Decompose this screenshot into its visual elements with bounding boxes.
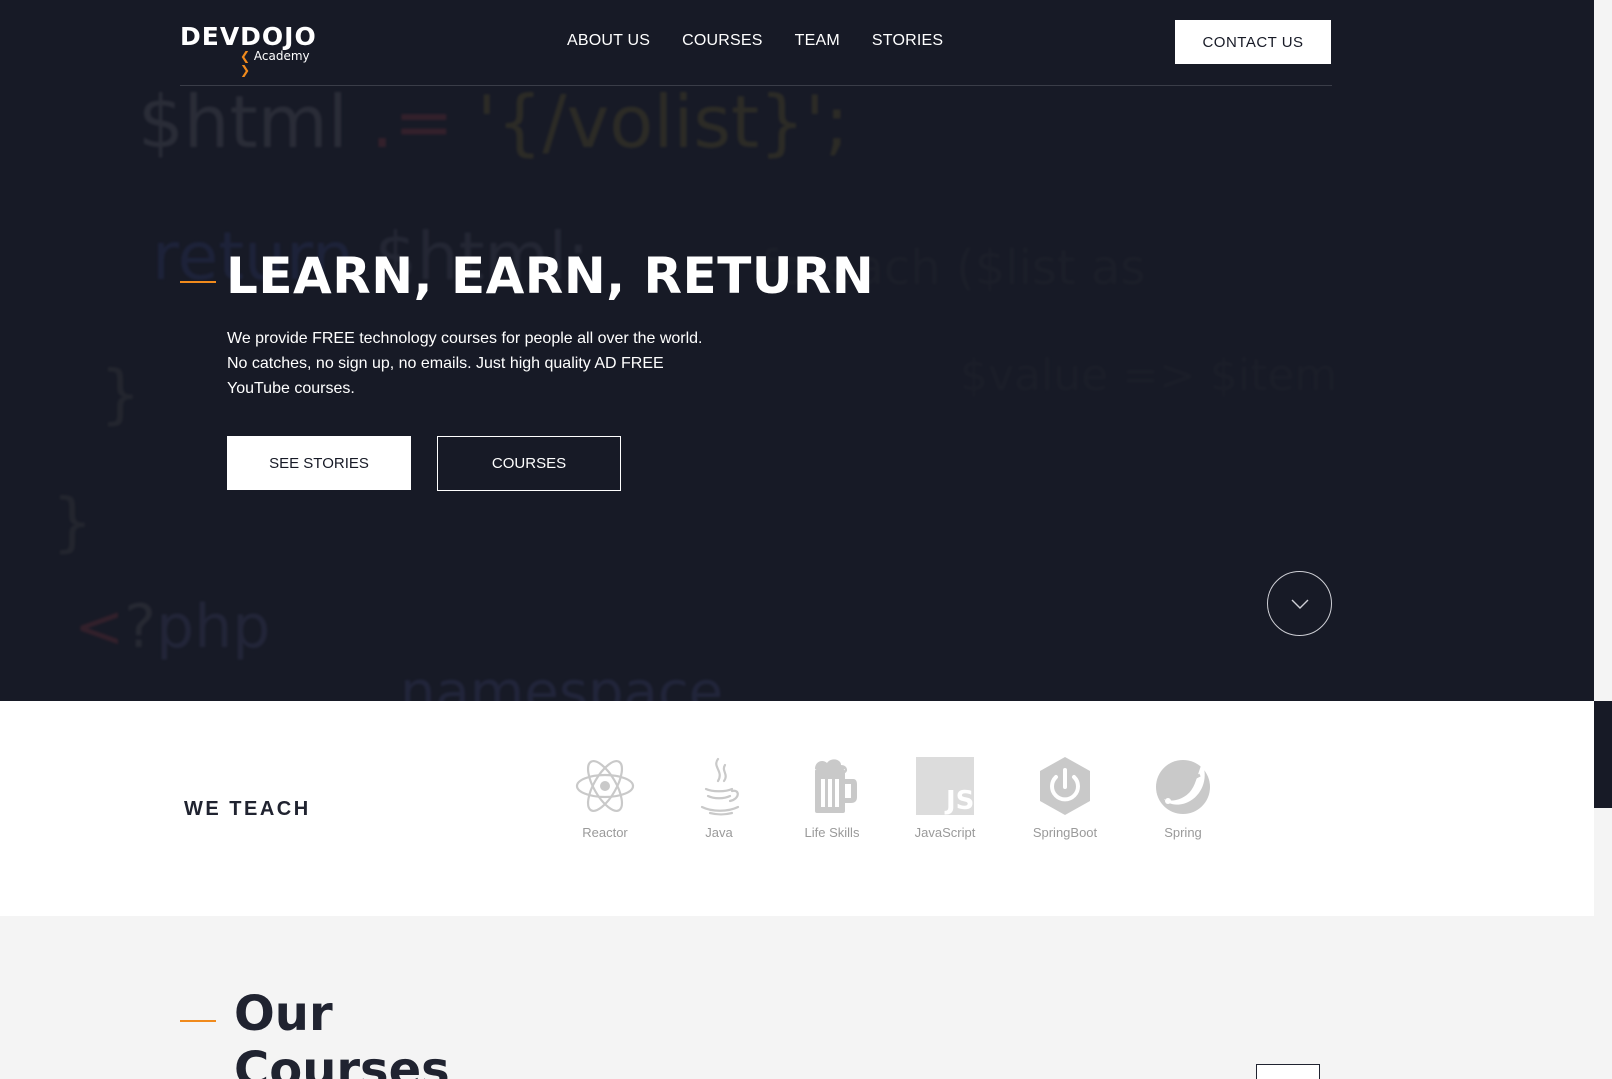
nav-menu: ABOUT US COURSES TEAM STORIES [567,30,943,52]
top-navbar: DEVDOJO ❮ Academy ❯ ABOUT US COURSES TEA… [180,0,1332,86]
beer-mug-icon [801,755,863,817]
background-code-line: $html .= '{/volist}'; [138,80,849,164]
nav-link-stories[interactable]: STORIES [872,30,943,52]
title-accent-line [180,281,216,283]
tech-item-java[interactable]: Java [664,755,774,841]
tech-item-springboot[interactable]: SpringBoot [1010,755,1120,841]
reactor-atom-icon [574,755,636,817]
tech-item-reactor[interactable]: Reactor [550,755,660,841]
java-cup-icon [688,755,750,817]
background-code-line: } [52,486,93,560]
background-code-line: $value => $item [960,350,1338,401]
we-teach-title: WE TEACH [184,798,311,820]
contact-us-button[interactable]: CONTACT US [1175,20,1331,64]
nav-link-about-us[interactable]: ABOUT US [567,30,650,52]
logo-wordmark: DEVDOJO [180,22,317,51]
tech-label: Life Skills [804,825,860,840]
chevron-down-icon [1291,599,1308,609]
hero-section: $html .= '{/volist}'; return $html; } } … [0,0,1594,701]
background-code-line: namespace [400,660,724,701]
tech-label: Reactor [582,825,628,840]
scroll-down-button[interactable] [1267,571,1332,636]
tech-label: JavaScript [914,825,976,840]
power-icon [1034,755,1096,817]
tech-label: Java [705,825,733,840]
hero-overflow-edge [1594,701,1612,808]
nav-link-team[interactable]: TEAM [795,30,840,52]
hero-title: LEARN, EARN, RETURN [226,247,875,305]
courses-nav-button[interactable] [1256,1064,1320,1079]
svg-text:JS: JS [944,786,974,815]
hero-description: We provide FREE technology courses for p… [227,330,703,397]
tech-item-life-skills[interactable]: Life Skills [777,755,887,841]
we-teach-section: WE TEACH Reactor Java Life Skills JS Jav… [0,701,1594,916]
courses-button[interactable]: COURSES [437,436,621,491]
tech-label: SpringBoot [1032,825,1098,840]
background-code-line: } [100,358,141,432]
devdojo-logo[interactable]: DEVDOJO ❮ Academy ❯ [180,22,320,77]
tech-item-spring[interactable]: Spring [1128,755,1238,841]
logo-subtitle: ❮ Academy ❯ [240,49,310,77]
tech-item-javascript[interactable]: JS JavaScript [890,755,1000,841]
our-courses-title: Our Courses [234,986,450,1079]
nav-link-courses[interactable]: COURSES [682,30,763,52]
background-code-line: <?php [74,592,271,662]
javascript-icon: JS [914,755,976,817]
courses-accent-line [180,1020,216,1022]
tech-label: Spring [1164,825,1202,840]
see-stories-button[interactable]: SEE STORIES [227,436,411,490]
spring-leaf-icon [1152,755,1214,817]
